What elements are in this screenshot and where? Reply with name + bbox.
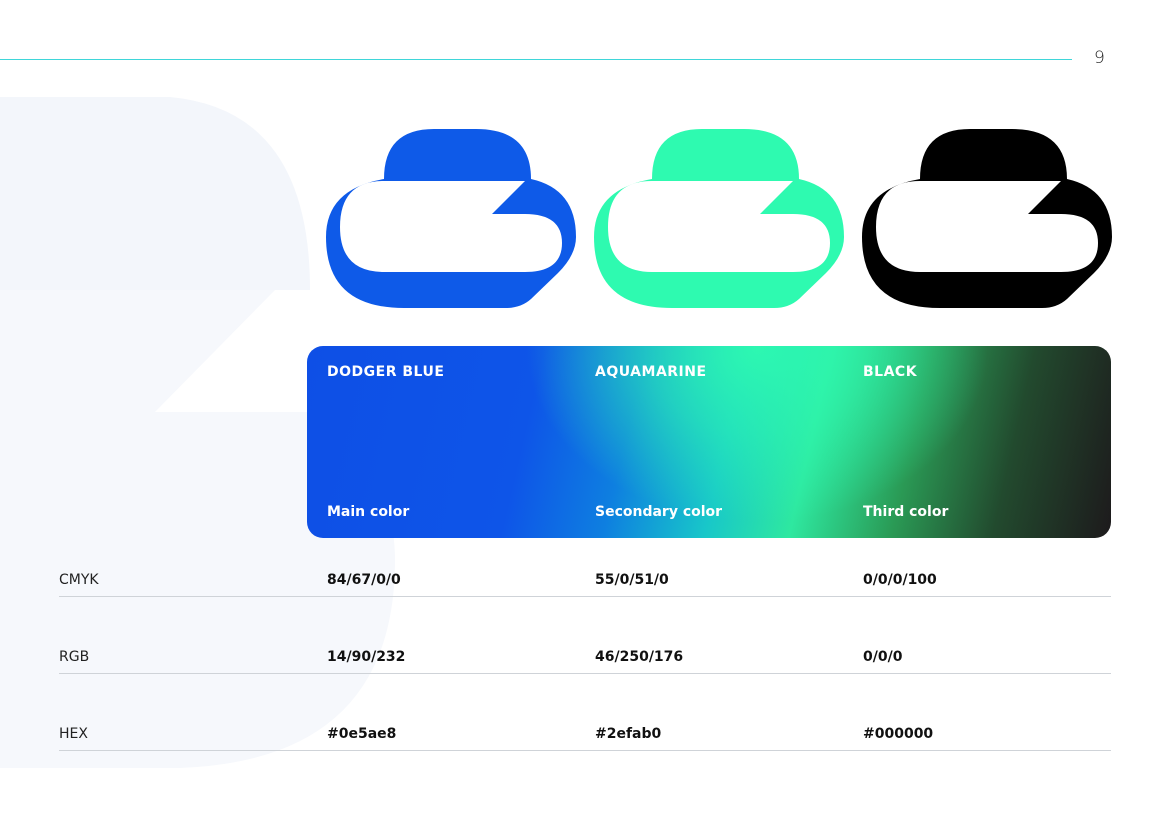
- logo-aquamarine: [594, 129, 844, 308]
- color-role: Main color: [327, 504, 410, 520]
- spec-value: #000000: [863, 726, 934, 742]
- logo-black: [862, 129, 1112, 308]
- spec-row-hex: HEX #0e5ae8 #2efab0 #000000: [59, 720, 1111, 751]
- color-name: DODGER BLUE: [327, 364, 445, 380]
- spec-value: #0e5ae8: [327, 726, 397, 742]
- spec-value: #2efab0: [595, 726, 662, 742]
- color-role: Third color: [863, 504, 949, 520]
- color-name: AQUAMARINE: [595, 364, 707, 380]
- spec-label: CMYK: [59, 572, 99, 588]
- color-name: BLACK: [863, 364, 918, 380]
- spec-value: 55/0/51/0: [595, 572, 669, 588]
- cloud-logo-icon: [326, 129, 576, 308]
- header-rule: [0, 59, 1072, 60]
- color-gradient-band: DODGER BLUE Main color AQUAMARINE Second…: [307, 346, 1111, 538]
- swatch-black: BLACK Third color: [843, 346, 1083, 538]
- swatch-aquamarine: AQUAMARINE Secondary color: [575, 346, 815, 538]
- logo-dodger-blue: [326, 129, 576, 308]
- spec-value: 14/90/232: [327, 649, 406, 665]
- page-number: 9: [1094, 48, 1105, 68]
- spec-row-rgb: RGB 14/90/232 46/250/176 0/0/0: [59, 643, 1111, 674]
- spec-value: 84/67/0/0: [327, 572, 401, 588]
- swatch-dodger-blue: DODGER BLUE Main color: [307, 346, 547, 538]
- color-role: Secondary color: [595, 504, 723, 520]
- spec-value: 0/0/0: [863, 649, 903, 665]
- cloud-logo-icon: [862, 129, 1112, 308]
- spec-row-cmyk: CMYK 84/67/0/0 55/0/51/0 0/0/0/100: [59, 566, 1111, 597]
- spec-value: 0/0/0/100: [863, 572, 937, 588]
- spec-label: HEX: [59, 726, 88, 742]
- spec-value: 46/250/176: [595, 649, 684, 665]
- cloud-logo-icon: [594, 129, 844, 308]
- spec-label: RGB: [59, 649, 90, 665]
